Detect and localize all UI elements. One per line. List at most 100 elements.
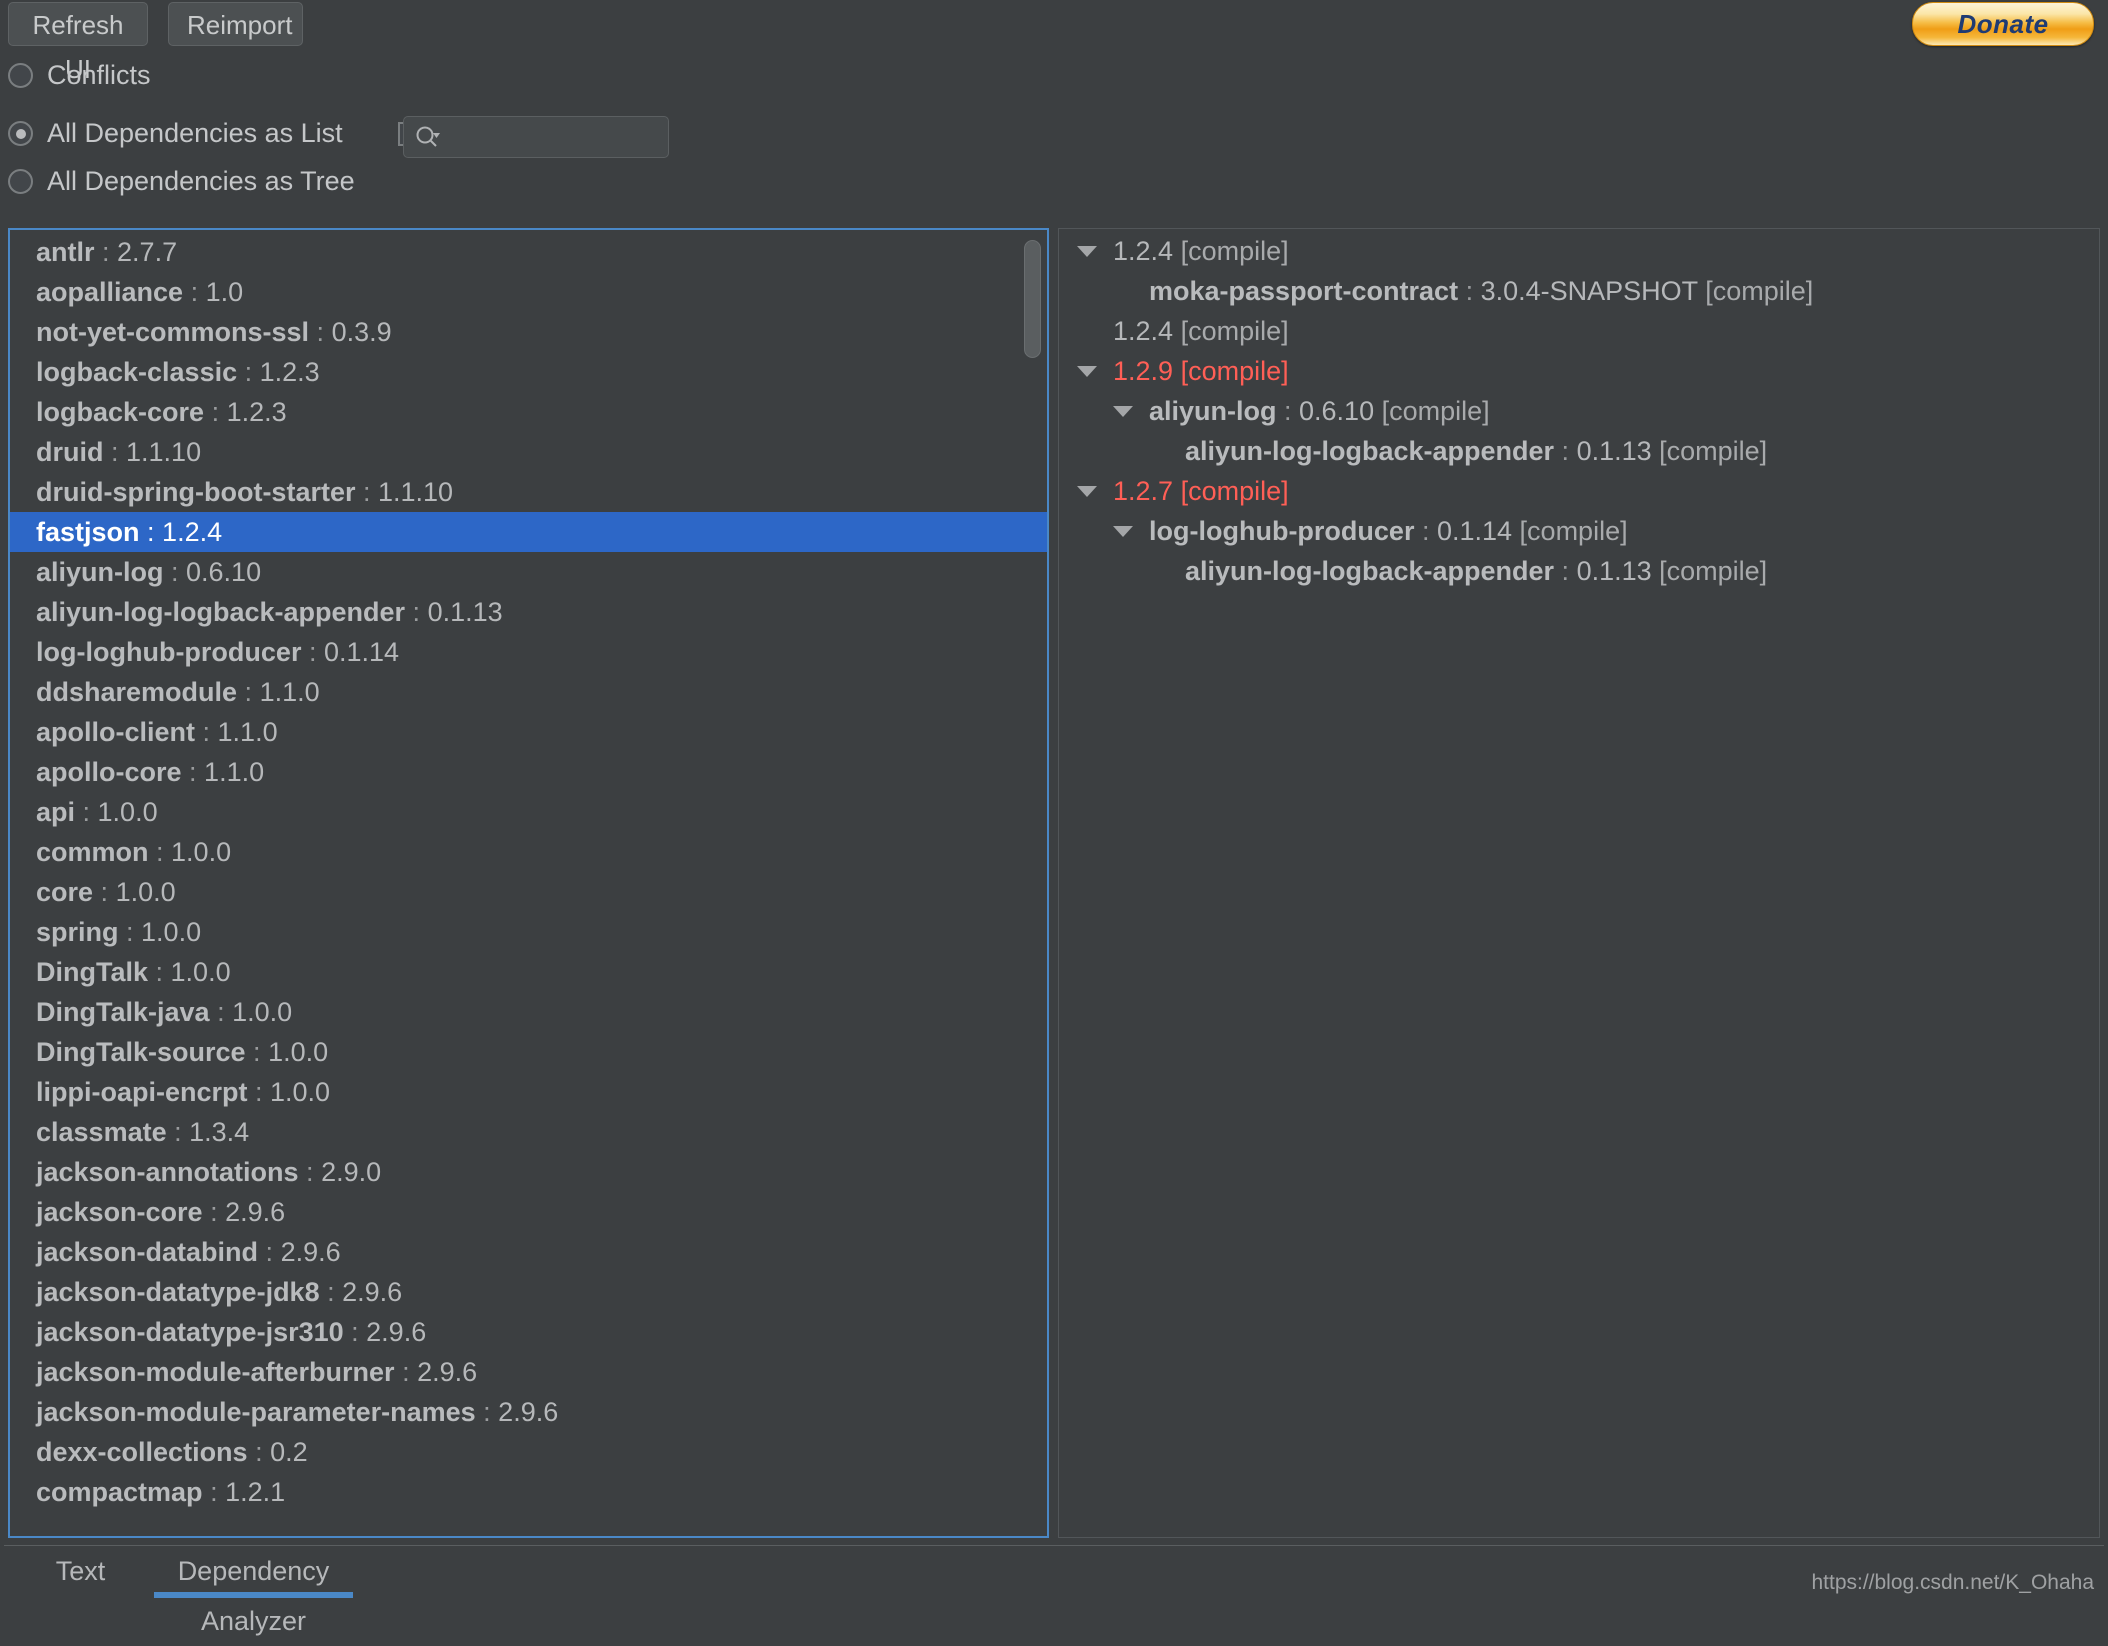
dependency-tree-node[interactable]: log-loghub-producer : 0.1.14 [compile] [1059, 511, 2099, 551]
dependency-list-item[interactable]: dexx-collections : 0.2 [10, 1432, 1047, 1472]
dependency-separator: : [1277, 396, 1300, 426]
dependency-version: 0.1.13 [1577, 436, 1652, 466]
dependency-list-item[interactable]: lippi-oapi-encrpt : 1.0.0 [10, 1072, 1047, 1112]
dependency-artifact: apollo-client [36, 717, 195, 747]
dependency-list-item[interactable]: DingTalk-source : 1.0.0 [10, 1032, 1047, 1072]
chevron-down-icon[interactable] [1113, 526, 1133, 537]
dependency-tree-node[interactable]: 1.2.4 [compile] [1059, 311, 2099, 351]
dependency-artifact: aopalliance [36, 277, 183, 307]
dependency-list-scrollbar[interactable] [1021, 236, 1043, 1530]
dependency-list-item[interactable]: jackson-module-afterburner : 2.9.6 [10, 1352, 1047, 1392]
dependency-list-item[interactable]: log-loghub-producer : 0.1.14 [10, 632, 1047, 672]
dependency-tree-node[interactable]: aliyun-log-logback-appender : 0.1.13 [co… [1059, 431, 2099, 471]
chevron-down-icon[interactable] [1077, 246, 1097, 257]
dependency-list-item[interactable]: jackson-module-parameter-names : 2.9.6 [10, 1392, 1047, 1432]
dependency-list-item[interactable]: jackson-datatype-jsr310 : 2.9.6 [10, 1312, 1047, 1352]
dependency-list-item[interactable]: druid : 1.1.10 [10, 432, 1047, 472]
dependency-artifact: fastjson [36, 517, 140, 547]
dependency-list-item[interactable]: DingTalk-java : 1.0.0 [10, 992, 1047, 1032]
dependency-version: 2.9.0 [321, 1157, 381, 1187]
dependency-artifact: log-loghub-producer [1149, 516, 1414, 546]
dependency-tree[interactable]: 1.2.4 [compile]moka-passport-contract : … [1059, 231, 2099, 591]
dependency-list-item[interactable]: jackson-datatype-jdk8 : 2.9.6 [10, 1272, 1047, 1312]
dependency-tree-node[interactable]: 1.2.7 [compile] [1059, 471, 2099, 511]
dependency-list-item[interactable]: core : 1.0.0 [10, 872, 1047, 912]
tab-text[interactable]: Text [38, 1546, 123, 1600]
dependency-separator: : [301, 637, 324, 667]
dependency-separator: : [119, 917, 142, 947]
chevron-down-icon[interactable] [1113, 406, 1133, 417]
dependency-separator: : [344, 1317, 367, 1347]
search-input[interactable] [448, 117, 667, 159]
dependency-version: 0.1.13 [1577, 556, 1652, 586]
dependency-artifact: not-yet-commons-ssl [36, 317, 309, 347]
dependency-separator: : [1458, 276, 1481, 306]
dependency-list-scrollbar-thumb[interactable] [1024, 240, 1041, 358]
dependency-list-item[interactable]: druid-spring-boot-starter : 1.1.10 [10, 472, 1047, 512]
dependency-list-item[interactable]: ddsharemodule : 1.1.0 [10, 672, 1047, 712]
dependency-artifact: logback-core [36, 397, 204, 427]
chevron-down-icon[interactable] [1077, 366, 1097, 377]
tab-dependency-analyzer[interactable]: Dependency Analyzer [146, 1546, 361, 1600]
dependency-artifact: aliyun-log-logback-appender [36, 597, 405, 627]
dependency-separator: : [476, 1397, 499, 1427]
dependency-list-item[interactable]: fastjson : 1.2.4 [10, 512, 1047, 552]
dependency-artifact: DingTalk-java [36, 997, 210, 1027]
dependency-version: 0.1.14 [1437, 516, 1512, 546]
dependency-list-item[interactable]: compactmap : 1.2.1 [10, 1472, 1047, 1512]
dependency-list-item[interactable]: classmate : 1.3.4 [10, 1112, 1047, 1152]
radio-all-dependencies-as-tree-indicator[interactable] [8, 169, 33, 194]
dependency-list-item[interactable]: aopalliance : 1.0 [10, 272, 1047, 312]
donate-button[interactable]: Donate [1912, 2, 2094, 46]
dependency-version: 2.7.7 [117, 237, 177, 267]
refresh-ui-button[interactable]: Refresh UI [8, 2, 148, 46]
dependency-list-item[interactable]: common : 1.0.0 [10, 832, 1047, 872]
dependency-version: 0.2 [270, 1437, 308, 1467]
dependency-list-item[interactable]: logback-core : 1.2.3 [10, 392, 1047, 432]
dependency-tree-node[interactable]: aliyun-log-logback-appender : 0.1.13 [co… [1059, 551, 2099, 591]
dependency-separator: : [320, 1277, 343, 1307]
dependency-artifact: moka-passport-contract [1149, 276, 1458, 306]
dependency-list-item[interactable]: DingTalk : 1.0.0 [10, 952, 1047, 992]
dependency-version: 2.9.6 [225, 1197, 285, 1227]
dependency-list-item[interactable]: apollo-client : 1.1.0 [10, 712, 1047, 752]
radio-all-dependencies-as-tree[interactable]: All Dependencies as Tree [8, 166, 355, 197]
dependency-list-panel[interactable]: antlr : 2.7.7aopalliance : 1.0not-yet-co… [8, 228, 1049, 1538]
reimport-button[interactable]: Reimport [168, 2, 303, 46]
dependency-list-item[interactable]: jackson-annotations : 2.9.0 [10, 1152, 1047, 1192]
dependency-artifact: jackson-module-parameter-names [36, 1397, 476, 1427]
dependency-tree-node[interactable]: 1.2.4 [compile] [1059, 231, 2099, 271]
panes-container: antlr : 2.7.7aopalliance : 1.0not-yet-co… [0, 228, 2108, 1538]
dependency-tree-panel[interactable]: 1.2.4 [compile]moka-passport-contract : … [1058, 228, 2100, 1538]
dependency-list-item[interactable]: jackson-core : 2.9.6 [10, 1192, 1047, 1232]
dependency-version: 1.0.0 [171, 837, 231, 867]
dependency-version: 3.0.4-SNAPSHOT [1481, 276, 1698, 306]
dependency-artifact: jackson-annotations [36, 1157, 299, 1187]
dependency-version: 1.0.0 [268, 1037, 328, 1067]
dependency-version: 1.2.3 [227, 397, 287, 427]
dependency-version: 1.0.0 [270, 1077, 330, 1107]
dependency-list[interactable]: antlr : 2.7.7aopalliance : 1.0not-yet-co… [10, 232, 1047, 1512]
radio-conflicts-label: Conflicts [47, 60, 151, 91]
dependency-list-item[interactable]: antlr : 2.7.7 [10, 232, 1047, 272]
chevron-down-icon[interactable] [1077, 486, 1097, 497]
dependency-list-item[interactable]: not-yet-commons-ssl : 0.3.9 [10, 312, 1047, 352]
dependency-list-item[interactable]: apollo-core : 1.1.0 [10, 752, 1047, 792]
radio-conflicts[interactable]: Conflicts [8, 60, 151, 91]
dependency-scope: [compile] [1698, 276, 1814, 306]
dependency-list-item[interactable]: aliyun-log-logback-appender : 0.1.13 [10, 592, 1047, 632]
dependency-list-item[interactable]: api : 1.0.0 [10, 792, 1047, 832]
dependency-artifact: jackson-core [36, 1197, 203, 1227]
dependency-list-item[interactable]: jackson-databind : 2.9.6 [10, 1232, 1047, 1272]
dependency-tree-node[interactable]: aliyun-log : 0.6.10 [compile] [1059, 391, 2099, 431]
radio-conflicts-indicator[interactable] [8, 63, 33, 88]
dependency-tree-node[interactable]: moka-passport-contract : 3.0.4-SNAPSHOT … [1059, 271, 2099, 311]
dependency-list-item[interactable]: logback-classic : 1.2.3 [10, 352, 1047, 392]
dependency-tree-node[interactable]: 1.2.9 [compile] [1059, 351, 2099, 391]
radio-all-dependencies-as-list[interactable]: All Dependencies as List [8, 118, 343, 149]
radio-all-dependencies-as-list-indicator[interactable] [8, 121, 33, 146]
search-box[interactable] [403, 116, 669, 158]
dependency-list-item[interactable]: spring : 1.0.0 [10, 912, 1047, 952]
dependency-list-item[interactable]: aliyun-log : 0.6.10 [10, 552, 1047, 592]
dependency-artifact: ddsharemodule [36, 677, 237, 707]
